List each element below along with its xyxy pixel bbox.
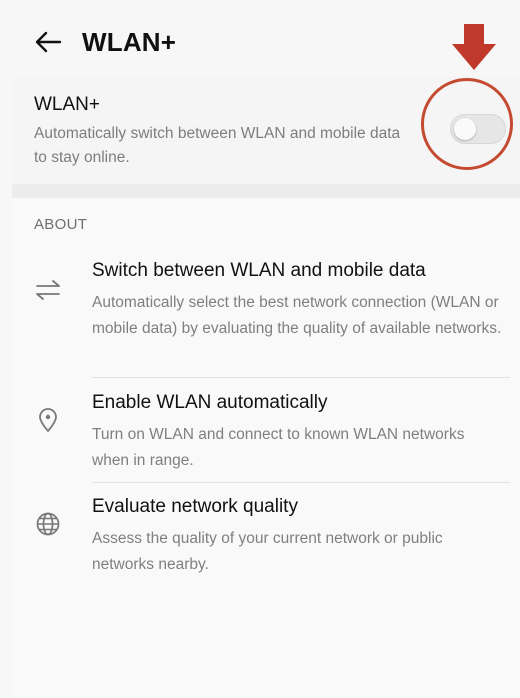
- arrow-left-icon: [35, 31, 62, 53]
- location-pin-icon: [34, 406, 62, 434]
- wlan-plus-title: WLAN+: [34, 94, 100, 115]
- settings-screen: WLAN+ WLAN+ Automatically switch between…: [0, 0, 520, 698]
- switch-arrows-icon: [34, 276, 62, 304]
- feature-description: Automatically select the best network co…: [92, 294, 502, 337]
- feature-title: Enable WLAN automatically: [92, 392, 328, 413]
- highlight-circle: [421, 78, 513, 170]
- about-header: ABOUT: [34, 216, 88, 233]
- feature-title: Switch between WLAN and mobile data: [92, 260, 426, 281]
- red-down-arrow-icon: [452, 24, 496, 70]
- divider: [92, 482, 510, 483]
- wlan-plus-description: Automatically switch between WLAN and mo…: [34, 125, 401, 166]
- section-divider: [12, 184, 520, 198]
- feature-title: Evaluate network quality: [92, 496, 298, 517]
- back-button[interactable]: [22, 18, 74, 66]
- feature-description: Assess the quality of your current netwo…: [92, 530, 443, 573]
- divider: [92, 377, 510, 378]
- feature-description: Turn on WLAN and connect to known WLAN n…: [92, 426, 465, 469]
- page-title: WLAN+: [82, 26, 177, 57]
- app-header: WLAN+: [12, 14, 520, 70]
- about-section: ABOUT Switch between WLAN and mobile dat…: [12, 198, 520, 698]
- globe-icon: [34, 510, 62, 538]
